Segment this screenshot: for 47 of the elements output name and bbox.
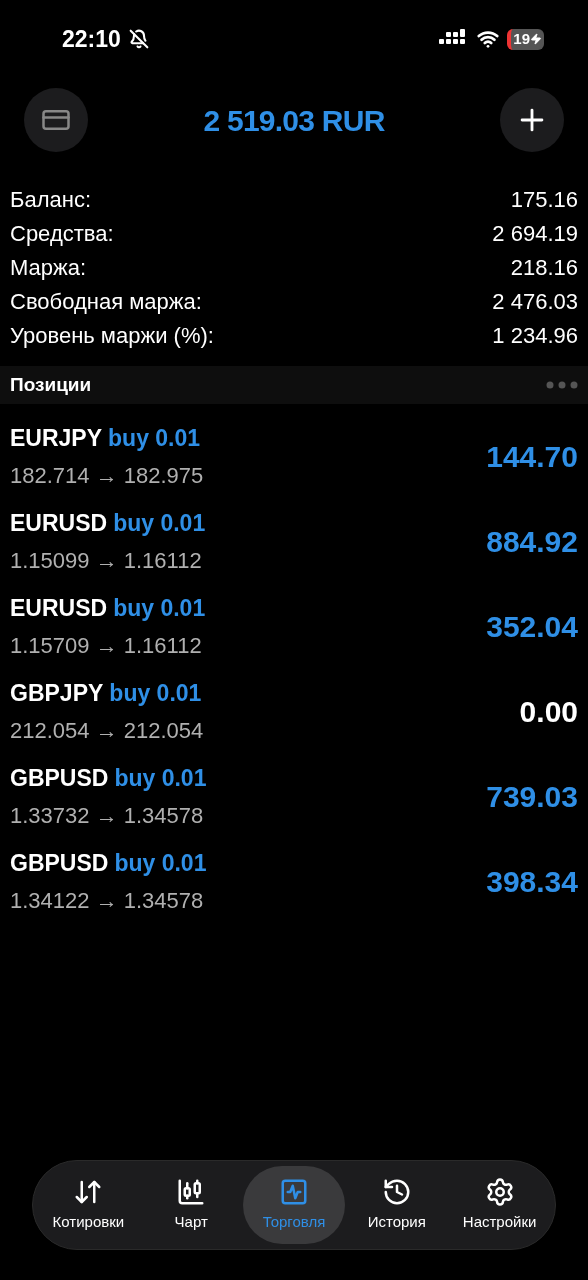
profit-value: 352.04: [486, 609, 578, 645]
summary-value: 175.16: [510, 185, 578, 214]
trade-side: buy 0.01: [109, 678, 202, 708]
tab[interactable]: История: [345, 1166, 449, 1244]
profit-value: 884.92: [486, 524, 578, 560]
profit-value: 398.34: [486, 864, 578, 900]
price-range: 1.15709 → 1.16112: [10, 632, 203, 661]
symbol: GBPJPY: [10, 678, 104, 708]
tab[interactable]: Настройки: [448, 1166, 551, 1244]
equity-title: 2 519.03 RUR: [203, 102, 385, 139]
profit-value: 144.70: [486, 439, 578, 475]
profit-value: 0.00: [519, 694, 578, 730]
symbol: EURUSD: [10, 593, 108, 623]
trade-side: buy 0.01: [113, 508, 206, 538]
summary-label: Баланс:: [10, 185, 91, 214]
summary-label: Средства:: [10, 219, 114, 248]
summary-value: 2 476.03: [492, 287, 578, 316]
price-range: 212.054 → 212.054: [10, 717, 204, 746]
trade-side: buy 0.01: [114, 848, 207, 878]
tab[interactable]: Чарт: [139, 1166, 243, 1244]
status-time: 22:10: [62, 24, 121, 54]
price-range: 182.714 → 182.975: [10, 462, 204, 491]
symbol: GBPUSD: [10, 848, 109, 878]
symbol: EURUSD: [10, 508, 108, 538]
bolt-icon: [530, 33, 542, 45]
price-range: 1.33732 → 1.34578: [10, 802, 205, 831]
profit-value: 739.03: [486, 779, 578, 815]
summary-value: 218.16: [510, 253, 578, 282]
price-range: 1.34122 → 1.34578: [10, 887, 205, 916]
trade-side: buy 0.01: [108, 423, 201, 453]
symbol: GBPUSD: [10, 763, 109, 793]
trade-side: buy 0.01: [113, 593, 206, 623]
price-range: 1.15099 → 1.16112: [10, 547, 203, 576]
summary-value: 2 694.19: [492, 219, 578, 248]
summary-label: Маржа:: [10, 253, 87, 282]
section-title: Позиции: [10, 372, 92, 397]
settings-icon: [484, 1176, 515, 1207]
summary-value: 1 234.96: [492, 321, 578, 350]
battery-level: 19: [513, 29, 530, 49]
wifi-icon: [477, 28, 500, 50]
tab[interactable]: Котировки: [37, 1166, 140, 1244]
symbol: EURJPY: [10, 423, 103, 453]
bell-off-icon: [128, 29, 149, 49]
trade-side: buy 0.01: [114, 763, 207, 793]
more-icon[interactable]: [546, 381, 578, 389]
summary-label: Уровень маржи (%):: [10, 321, 214, 350]
summary-label: Свободная маржа:: [10, 287, 202, 316]
